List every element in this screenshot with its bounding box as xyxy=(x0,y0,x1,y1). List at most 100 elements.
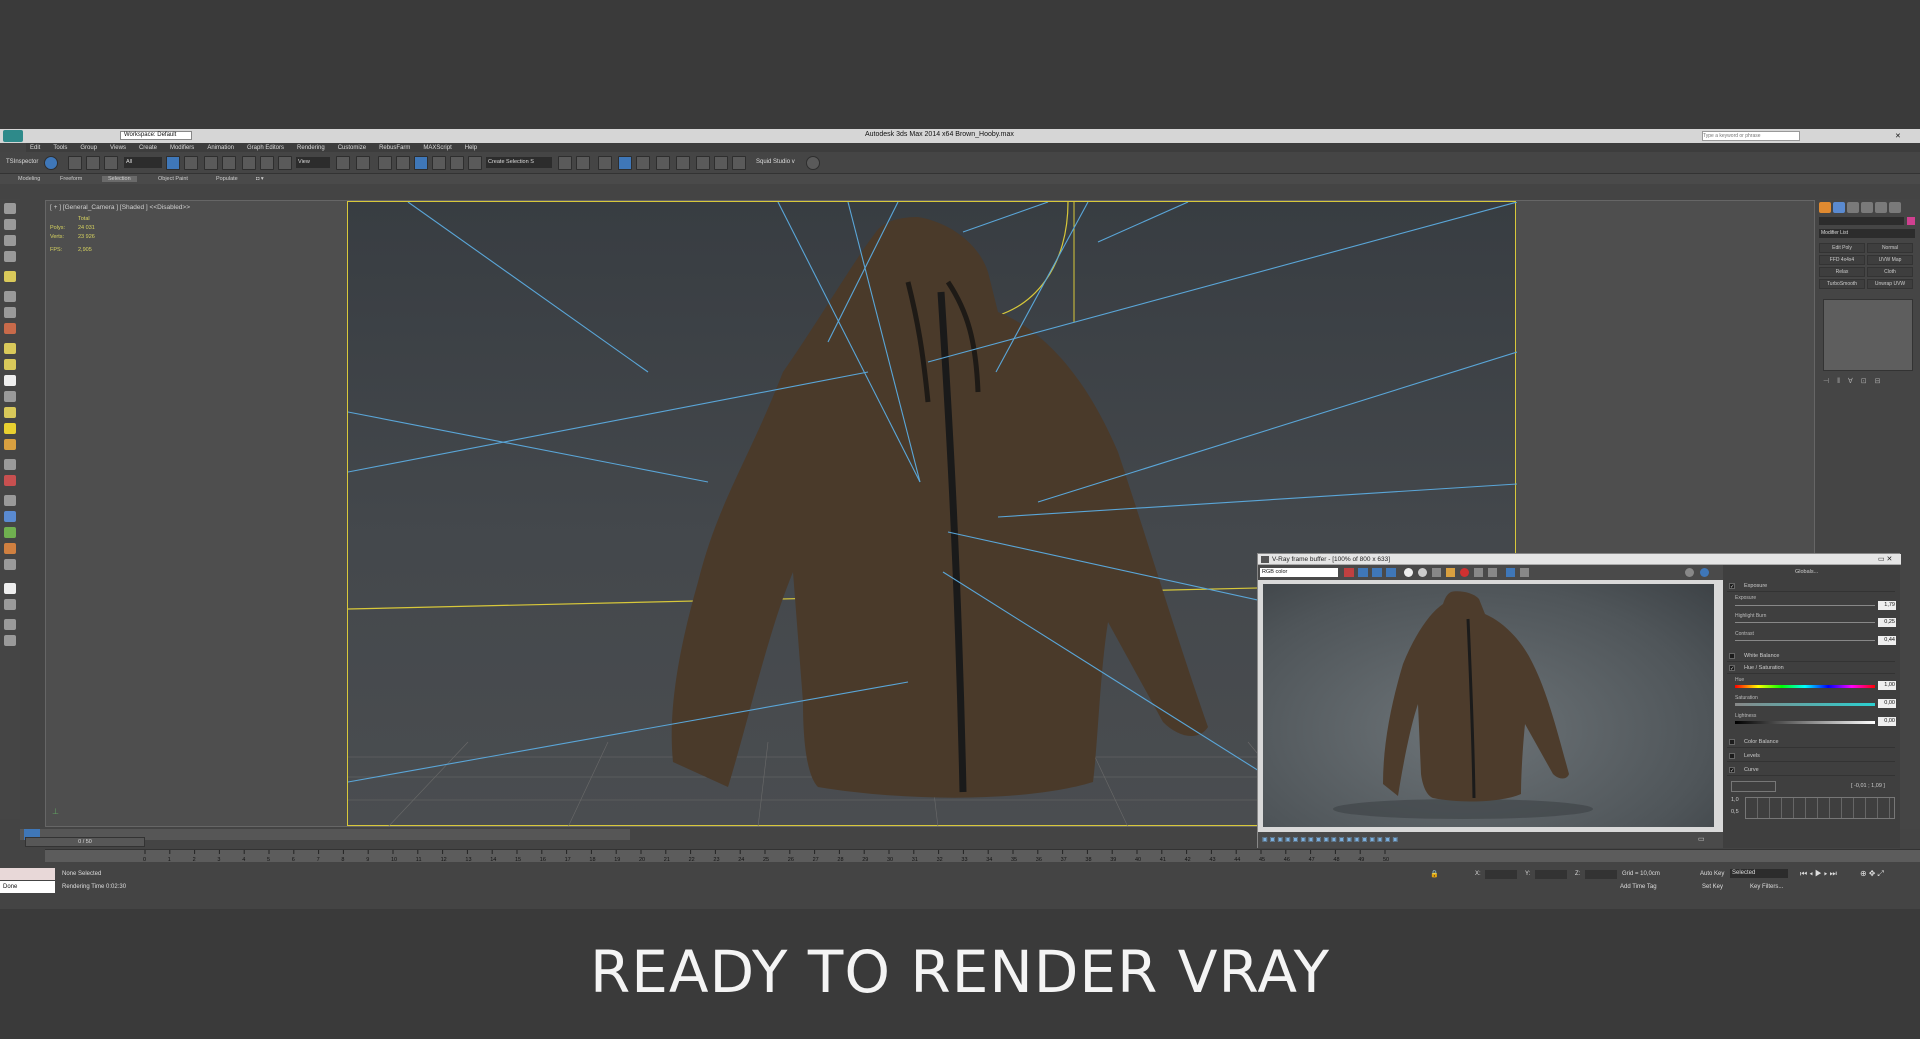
menu-create[interactable]: Create xyxy=(139,145,157,151)
channel-dropdown[interactable]: RGB color xyxy=(1260,568,1338,577)
x-coord-field[interactable] xyxy=(1485,870,1517,879)
walk-icon[interactable] xyxy=(4,543,16,554)
table-icon[interactable] xyxy=(4,599,16,610)
workspace-dropdown[interactable]: Workspace: Default xyxy=(120,131,192,140)
menu-animation[interactable]: Animation xyxy=(207,145,234,151)
tab-object-paint[interactable]: Object Paint xyxy=(158,176,188,182)
layer-explorer-icon[interactable] xyxy=(598,156,612,170)
render-again-icon[interactable] xyxy=(1700,568,1709,577)
inspector-icon[interactable] xyxy=(44,156,58,170)
ref-coord-dropdown[interactable]: View xyxy=(296,157,330,168)
green-channel-icon[interactable] xyxy=(1358,568,1368,577)
red-channel-icon[interactable] xyxy=(1344,568,1354,577)
menu-views[interactable]: Views xyxy=(110,145,126,151)
color-balance-checkbox[interactable] xyxy=(1729,739,1735,745)
unlink-icon[interactable] xyxy=(86,156,100,170)
select-by-name-icon[interactable] xyxy=(184,156,198,170)
z-coord-field[interactable] xyxy=(1585,870,1617,879)
mono-icon[interactable] xyxy=(1386,568,1396,577)
auto-key-button[interactable]: Auto Key xyxy=(1700,871,1724,877)
spot-icon[interactable] xyxy=(4,407,16,418)
modify-tab-icon[interactable] xyxy=(1833,202,1845,213)
saturation-slider[interactable] xyxy=(1735,703,1875,706)
menu-edit[interactable]: Edit xyxy=(30,145,40,151)
studio-label[interactable]: Squid Studio v xyxy=(756,159,795,165)
lock-icon[interactable]: 🔒 xyxy=(1430,870,1439,878)
rendered-image[interactable] xyxy=(1263,584,1714,827)
render-teapot-icon[interactable] xyxy=(732,156,746,170)
modifier-normal-button[interactable]: Normal xyxy=(1867,243,1913,253)
info-icon[interactable] xyxy=(4,635,16,646)
key-filters-button[interactable]: Key Filters... xyxy=(1750,884,1783,890)
time-slider[interactable]: 0 / 50 xyxy=(25,837,145,847)
history-icons[interactable]: ▣▣▣▣▣▣▣▣▣▣▣▣▣▣▣▣▣▣ xyxy=(1262,836,1400,843)
mirror-icon[interactable] xyxy=(558,156,572,170)
rotate-icon[interactable] xyxy=(260,156,274,170)
menu-help[interactable]: Help xyxy=(465,145,477,151)
stop-render-icon[interactable] xyxy=(1685,568,1694,577)
rect-selection-icon[interactable] xyxy=(204,156,218,170)
light-icon[interactable] xyxy=(4,271,16,282)
curve-editor-icon[interactable] xyxy=(656,156,670,170)
playback-controls-icon[interactable]: ⏮◂▶▸⏭ xyxy=(1800,869,1839,879)
object-color-swatch[interactable] xyxy=(1907,217,1915,225)
highlight-burn-slider[interactable] xyxy=(1735,622,1875,623)
motion-tab-icon[interactable] xyxy=(1861,202,1873,213)
material-editor-icon[interactable] xyxy=(676,156,690,170)
rendered-frame-window-icon[interactable] xyxy=(714,156,728,170)
vfb-close-icon[interactable]: ▭ ✕ xyxy=(1878,555,1892,563)
lightness-slider[interactable] xyxy=(1735,721,1875,724)
menu-modifiers[interactable]: Modifiers xyxy=(170,145,194,151)
shape-icon[interactable] xyxy=(4,307,16,318)
menu-graph-editors[interactable]: Graph Editors xyxy=(247,145,284,151)
set-key-button[interactable]: Set Key xyxy=(1702,884,1723,890)
ribbon-options-icon[interactable]: ◘ ▾ xyxy=(256,176,264,182)
target-icon[interactable] xyxy=(4,439,16,450)
menu-rendering[interactable]: Rendering xyxy=(297,145,325,151)
lens-effects-icon[interactable] xyxy=(1520,568,1529,577)
hierarchy-icon[interactable] xyxy=(4,459,16,470)
globals-button[interactable]: Globals... xyxy=(1795,569,1818,575)
close-icon[interactable]: ✕ xyxy=(1895,132,1901,140)
scale-icon[interactable] xyxy=(278,156,292,170)
render-region-icon[interactable] xyxy=(1460,568,1469,577)
graphite-ribbon-icon[interactable] xyxy=(636,156,650,170)
hue-slider[interactable] xyxy=(1735,685,1875,688)
exposure-value[interactable]: 1,79 xyxy=(1878,601,1896,610)
exposure-slider[interactable] xyxy=(1735,605,1875,606)
saturation-value[interactable]: 0,00 xyxy=(1878,699,1896,708)
spinner-snap-icon[interactable] xyxy=(450,156,464,170)
tab-freeform[interactable]: Freeform xyxy=(60,176,82,182)
curve-checkbox[interactable]: ✓ xyxy=(1729,767,1735,774)
named-selection-dropdown[interactable]: Create Selection S xyxy=(486,157,552,168)
bone-icon[interactable] xyxy=(4,475,16,486)
bind-spacewarp-icon[interactable] xyxy=(104,156,118,170)
scene-icon[interactable] xyxy=(4,203,16,214)
tab-modeling[interactable]: Modeling xyxy=(18,176,40,182)
inspector-label[interactable]: TSInspector xyxy=(6,159,38,165)
list-icon[interactable] xyxy=(4,235,16,246)
clear-image-icon[interactable] xyxy=(1432,568,1441,577)
omni-icon[interactable] xyxy=(4,359,16,370)
scene-explorer-icon[interactable] xyxy=(618,156,632,170)
highlight-burn-value[interactable]: 0,25 xyxy=(1878,618,1896,627)
motion-icon[interactable] xyxy=(4,495,16,506)
settings-icon[interactable] xyxy=(4,619,16,630)
menu-rebusfarm[interactable]: RebusFarm xyxy=(379,145,410,151)
select-manipulate-icon[interactable] xyxy=(356,156,370,170)
utilities-icon[interactable] xyxy=(4,527,16,538)
curve-editor[interactable] xyxy=(1745,797,1895,819)
stack-controls-icon[interactable]: ⊣‖∀⊡⊟ xyxy=(1823,377,1913,386)
display-tab-icon[interactable] xyxy=(1875,202,1887,213)
display-icon[interactable] xyxy=(4,511,16,522)
track-mouse-icon[interactable] xyxy=(1474,568,1483,577)
tab-selection[interactable]: Selection xyxy=(102,176,137,182)
window-crossing-icon[interactable] xyxy=(222,156,236,170)
exposure-checkbox[interactable]: ✓ xyxy=(1729,583,1735,590)
angle-snap-icon[interactable] xyxy=(414,156,428,170)
select-object-icon[interactable] xyxy=(166,156,180,170)
grid-icon[interactable] xyxy=(4,251,16,262)
save-image-icon[interactable] xyxy=(1404,568,1413,577)
search-input[interactable] xyxy=(1702,131,1800,141)
menu-group[interactable]: Group xyxy=(80,145,97,151)
